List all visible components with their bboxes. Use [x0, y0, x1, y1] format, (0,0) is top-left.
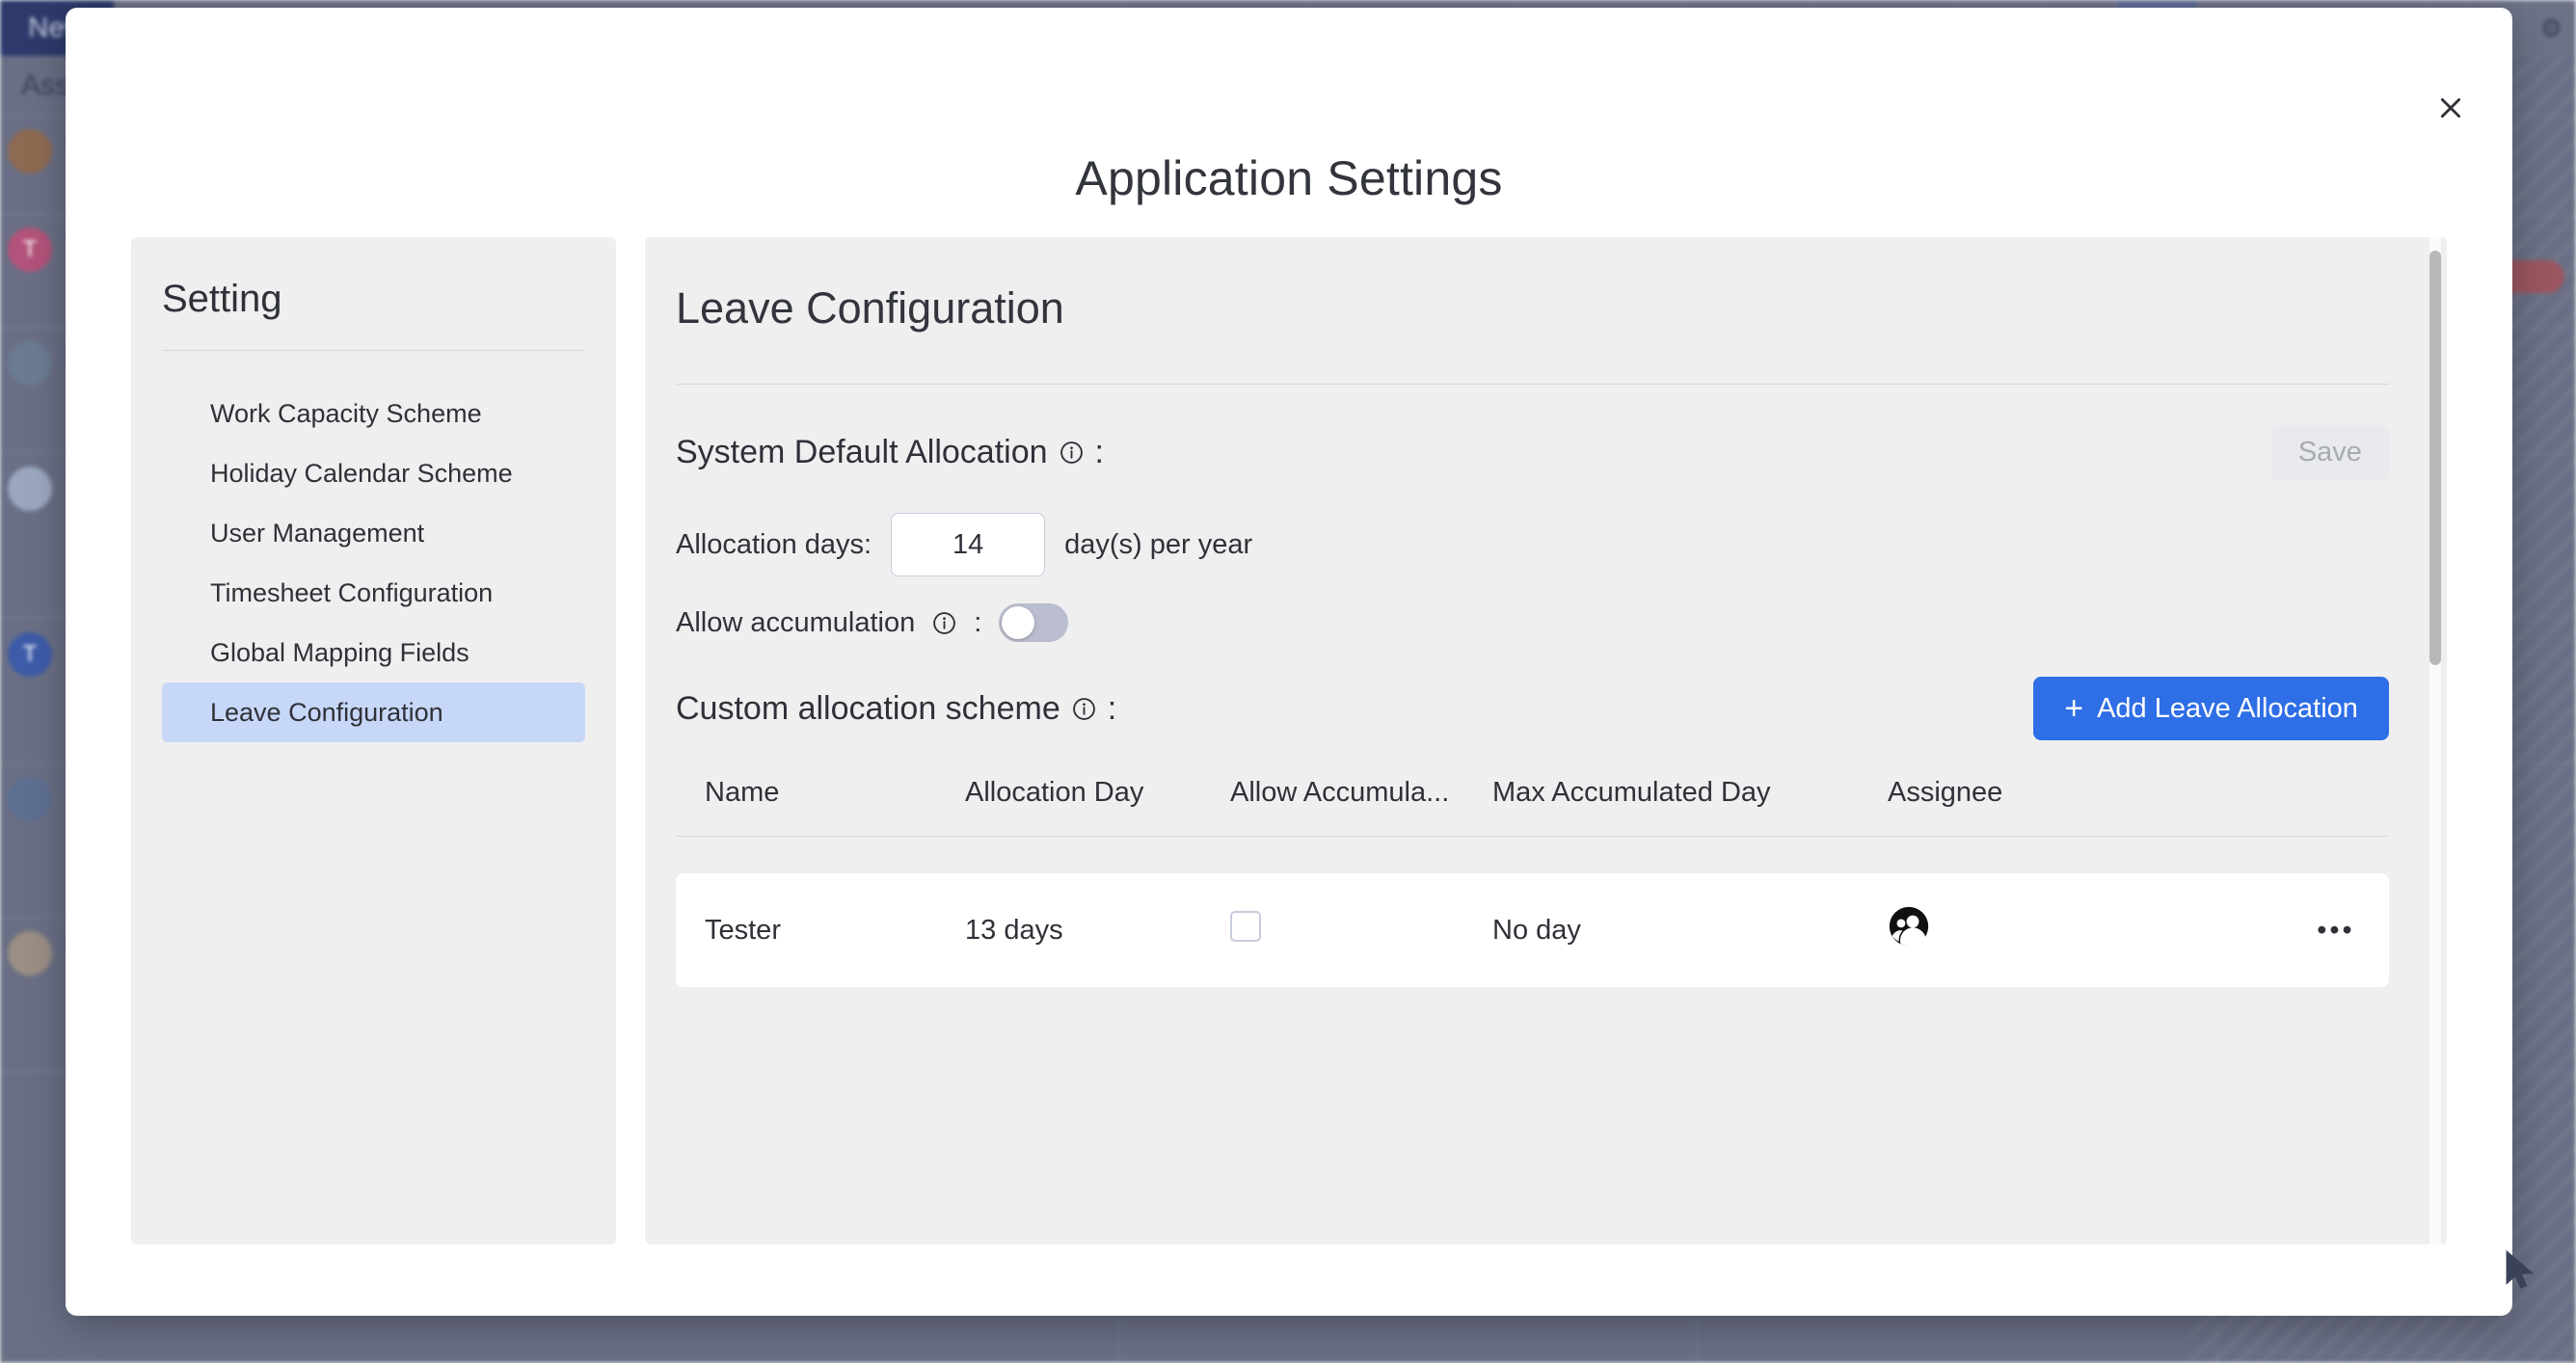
- heading-colon: :: [1094, 434, 1104, 470]
- gear-icon: ⚙: [2539, 13, 2563, 42]
- avatar-initial: T: [22, 641, 38, 667]
- sidebar-item-global-mapping-fields[interactable]: Global Mapping Fields: [162, 623, 585, 682]
- info-icon[interactable]: [1060, 441, 1084, 465]
- cell-assignee: [1888, 873, 2283, 987]
- sidebar-item-timesheet-configuration[interactable]: Timesheet Configuration: [162, 563, 585, 623]
- avatar: [8, 931, 52, 975]
- avatar: [8, 341, 52, 386]
- save-button[interactable]: Save: [2270, 425, 2389, 480]
- sidebar-item-leave-configuration[interactable]: Leave Configuration: [162, 682, 585, 742]
- avatar: [8, 777, 52, 821]
- cell-allow-accumulation: [1230, 873, 1492, 987]
- sidebar-item-work-capacity-scheme[interactable]: Work Capacity Scheme: [162, 384, 585, 443]
- info-icon[interactable]: [1072, 697, 1096, 721]
- column-header-max-accumulated-day: Max Accumulated Day: [1492, 777, 1888, 837]
- content-title: Leave Configuration: [676, 283, 1064, 333]
- allow-accumulation-toggle[interactable]: [999, 603, 1069, 642]
- close-icon: [2440, 97, 2461, 119]
- mouse-cursor: [2506, 1250, 2535, 1290]
- column-header-actions: [2283, 777, 2389, 837]
- toggle-knob: [1002, 606, 1035, 639]
- content-scrollbar-thumb[interactable]: [2428, 251, 2441, 665]
- sidebar-item-holiday-calendar-scheme[interactable]: Holiday Calendar Scheme: [162, 443, 585, 503]
- avatar: [8, 467, 52, 511]
- settings-content-panel: Leave Configuration System Default Alloc…: [645, 237, 2447, 1244]
- avatar-initial: T: [22, 236, 38, 262]
- table-spacer: [676, 837, 2389, 873]
- add-leave-allocation-label: Add Leave Allocation: [2097, 692, 2358, 724]
- allow-accumulation-label: Allow accumulation: [676, 606, 916, 638]
- plus-icon: +: [2064, 690, 2084, 727]
- cell-name: Tester: [676, 873, 965, 987]
- custom-allocation-scheme-heading: Custom allocation scheme :: [676, 690, 1116, 728]
- content-divider: [676, 384, 2389, 385]
- allocation-days-input[interactable]: [891, 513, 1046, 576]
- allocation-days-suffix: day(s) per year: [1064, 528, 1253, 560]
- column-header-assignee: Assignee: [1888, 777, 2283, 837]
- system-default-allocation-label: System Default Allocation: [676, 434, 1048, 470]
- sidebar-title: Setting: [162, 278, 282, 320]
- allow-accumulation-checkbox[interactable]: [1230, 911, 1261, 942]
- application-settings-modal: Application Settings Setting Work Capaci…: [66, 8, 2512, 1316]
- table-row[interactable]: Tester 13 days No day •••: [676, 873, 2389, 987]
- allow-accumulation-colon: :: [974, 606, 982, 638]
- table-header-row: Name Allocation Day Allow Accumula... Ma…: [676, 777, 2389, 837]
- column-header-allocation-day: Allocation Day: [965, 777, 1230, 837]
- sidebar-item-user-management[interactable]: User Management: [162, 503, 585, 563]
- avatar: T: [8, 227, 52, 272]
- cell-max-accumulated-day: No day: [1492, 873, 1888, 987]
- add-leave-allocation-button[interactable]: + Add Leave Allocation: [2033, 677, 2389, 740]
- avatar: T: [8, 632, 52, 677]
- custom-allocation-scheme-label: Custom allocation scheme: [676, 689, 1060, 727]
- settings-sidebar: Setting Work Capacity Scheme Holiday Cal…: [131, 237, 616, 1244]
- system-default-allocation-heading: System Default Allocation :: [676, 434, 1104, 471]
- toolbar-settings-button[interactable]: ⚙: [2525, 0, 2576, 56]
- column-header-allow-accumulation: Allow Accumula...: [1230, 777, 1492, 837]
- people-avatar-icon[interactable]: [1888, 905, 1930, 948]
- avatar: [8, 129, 52, 174]
- row-menu-button[interactable]: •••: [2283, 873, 2389, 987]
- content-scrollbar-track[interactable]: [2428, 237, 2441, 1244]
- allocation-table: Name Allocation Day Allow Accumula... Ma…: [676, 777, 2389, 987]
- page-title: Application Settings: [1075, 151, 1503, 205]
- info-icon[interactable]: [932, 611, 956, 635]
- cell-allocation-day: 13 days: [965, 873, 1230, 987]
- allocation-days-label: Allocation days:: [676, 528, 872, 560]
- column-header-name: Name: [676, 777, 965, 837]
- close-button[interactable]: [2429, 87, 2472, 129]
- scheme-colon: :: [1107, 689, 1117, 727]
